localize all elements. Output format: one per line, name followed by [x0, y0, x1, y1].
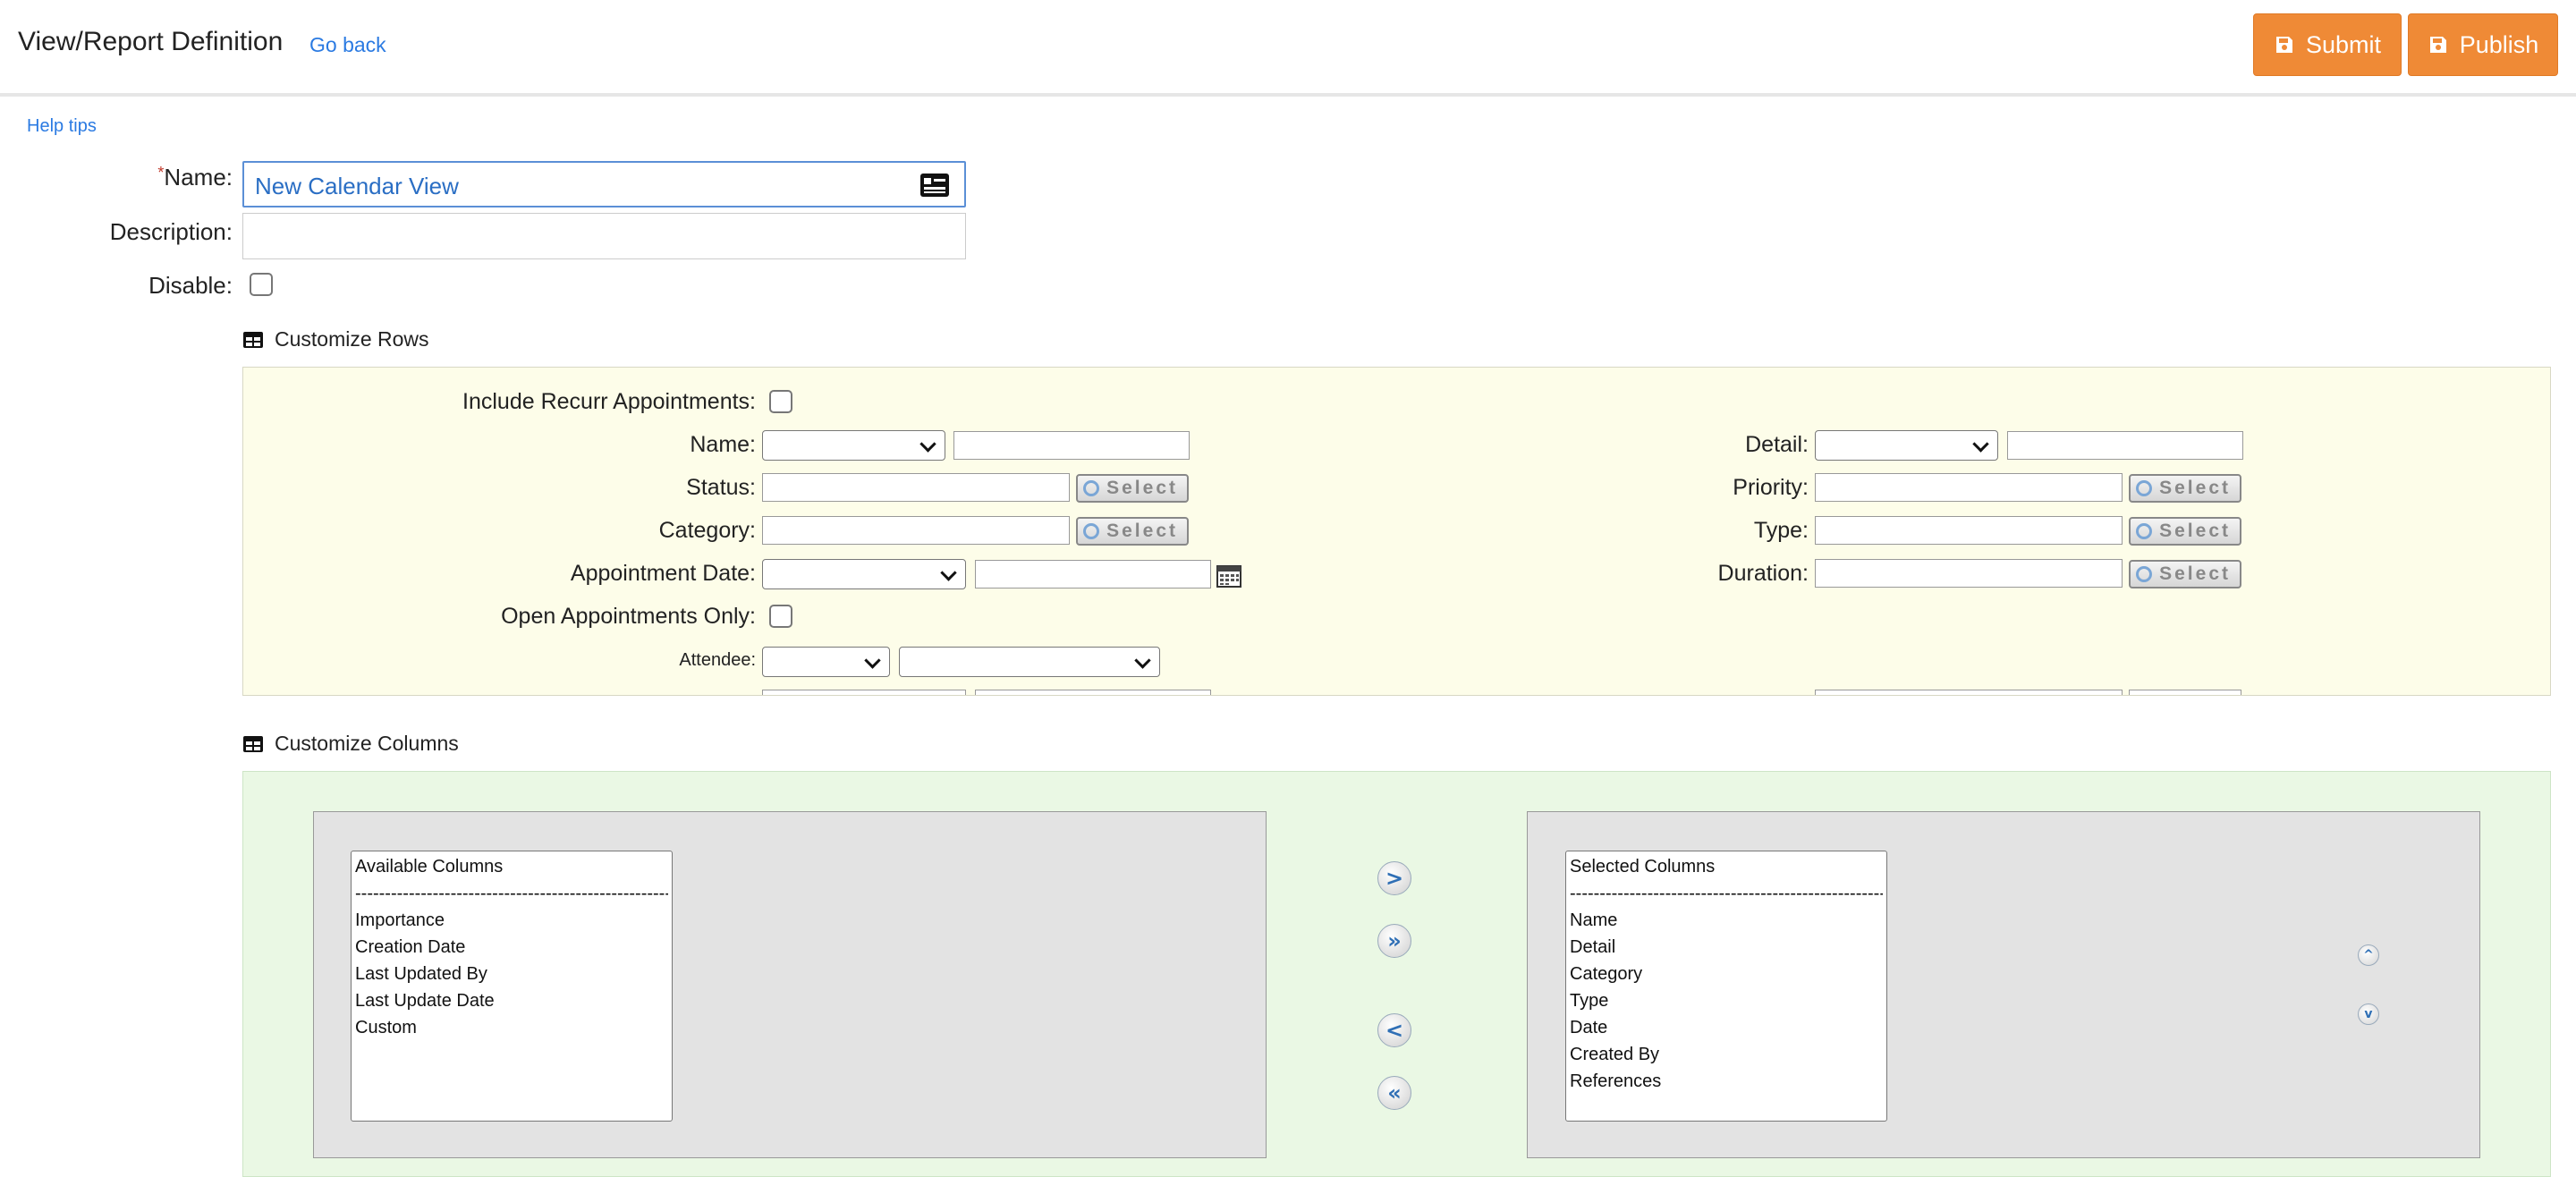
customize-columns-panel: Available Columns ----------------------…	[242, 771, 2551, 1177]
submit-label: Submit	[2305, 30, 2382, 58]
status-select-button[interactable]: Select	[1076, 474, 1189, 503]
detail-label: Detail:	[1745, 432, 1809, 457]
attendee-value-select[interactable]	[899, 647, 1160, 677]
priority-label: Priority:	[1733, 475, 1809, 500]
row-name-label: Name:	[690, 432, 756, 457]
include-recurr-label: Include Recurr Appointments:	[462, 389, 756, 414]
save-icon	[2275, 37, 2292, 53]
next-row-input[interactable]	[1815, 690, 2123, 695]
name-value-input[interactable]	[953, 431, 1190, 460]
page-title: View/Report Definition	[18, 27, 284, 56]
status-label: Status:	[686, 475, 756, 500]
description-label: Description:	[109, 218, 233, 245]
open-only-label: Open Appointments Only:	[501, 604, 756, 629]
open-only-checkbox[interactable]	[769, 605, 792, 628]
help-tips-link[interactable]: Help tips	[27, 116, 97, 137]
duration-input[interactable]	[1815, 559, 2123, 588]
available-columns-list[interactable]: Available Columns ----------------------…	[351, 851, 673, 1122]
go-back-link[interactable]: Go back	[309, 33, 386, 57]
table-icon	[243, 331, 263, 348]
publish-label: Publish	[2459, 30, 2539, 58]
calendar-icon[interactable]	[1216, 563, 1241, 588]
next-row-input[interactable]	[762, 690, 966, 695]
include-recurr-checkbox[interactable]	[769, 390, 792, 413]
customize-rows-panel: Include Recurr Appointments: Name: Statu…	[242, 367, 2551, 696]
list-item[interactable]: Type	[1570, 987, 1883, 1014]
move-up-button[interactable]: ^	[2358, 944, 2379, 966]
next-row-input[interactable]	[975, 690, 1211, 695]
move-right-button[interactable]: >	[1377, 861, 1411, 895]
status-input[interactable]	[762, 473, 1070, 502]
attendee-operator-select[interactable]	[762, 647, 890, 677]
customize-columns-header: Customize Columns	[242, 732, 459, 756]
list-item[interactable]: Date	[1570, 1014, 1883, 1041]
table-icon	[243, 735, 263, 752]
magnifier-icon	[2136, 566, 2152, 582]
move-all-left-button[interactable]: «	[1377, 1076, 1411, 1110]
name-label: *Name:	[157, 164, 233, 191]
move-down-button[interactable]: v	[2358, 1003, 2379, 1025]
list-item[interactable]: Created By	[1570, 1041, 1883, 1068]
priority-input[interactable]	[1815, 473, 2123, 502]
list-item[interactable]: Category	[1570, 961, 1883, 987]
customize-rows-header: Customize Rows	[242, 327, 429, 351]
selected-columns-box: Selected Columns -----------------------…	[1527, 811, 2480, 1158]
move-all-right-button[interactable]: »	[1377, 924, 1411, 958]
appointment-date-operator-select[interactable]	[762, 559, 966, 589]
name-value: New Calendar View	[255, 173, 459, 199]
list-item[interactable]: Custom	[355, 1014, 668, 1041]
appointment-date-input[interactable]	[975, 560, 1211, 588]
save-icon	[2429, 37, 2446, 53]
type-label: Type:	[1753, 518, 1809, 543]
list-item[interactable]: Name	[1570, 907, 1883, 934]
magnifier-icon	[1083, 480, 1099, 496]
publish-button[interactable]: Publish	[2408, 13, 2558, 76]
move-left-button[interactable]: <	[1377, 1013, 1411, 1047]
name-operator-select[interactable]	[762, 430, 945, 461]
next-row-input[interactable]	[2129, 690, 2241, 695]
list-item[interactable]: Detail	[1570, 934, 1883, 961]
submit-button[interactable]: Submit	[2253, 13, 2402, 76]
type-select-button[interactable]: Select	[2129, 517, 2241, 546]
top-bar: View/Report Definition Go back Submit Pu…	[0, 0, 2576, 97]
disable-label: Disable:	[148, 272, 233, 299]
customize-rows-title: Customize Rows	[275, 327, 429, 351]
magnifier-icon	[1083, 523, 1099, 539]
list-item[interactable]: Creation Date	[355, 934, 668, 961]
list-separator: ----------------------------------------…	[1570, 884, 1883, 903]
name-field[interactable]: New Calendar View	[242, 161, 966, 207]
duration-label: Duration:	[1717, 561, 1809, 586]
list-header: Available Columns	[355, 857, 504, 876]
customize-columns-title: Customize Columns	[275, 732, 459, 755]
priority-select-button[interactable]: Select	[2129, 474, 2241, 503]
detail-operator-select[interactable]	[1815, 430, 1998, 461]
list-item[interactable]: Importance	[355, 907, 668, 934]
disable-checkbox[interactable]	[250, 273, 273, 296]
list-item[interactable]: Last Update Date	[355, 987, 668, 1014]
type-input[interactable]	[1815, 516, 2123, 545]
category-select-button[interactable]: Select	[1076, 517, 1189, 546]
list-header: Selected Columns	[1570, 857, 1716, 876]
description-field[interactable]	[242, 213, 966, 259]
available-columns-box: Available Columns ----------------------…	[313, 811, 1267, 1158]
list-item[interactable]: Last Updated By	[355, 961, 668, 987]
magnifier-icon	[2136, 480, 2152, 496]
category-label: Category:	[658, 518, 756, 543]
list-separator: ----------------------------------------…	[355, 884, 668, 903]
appointment-date-label: Appointment Date:	[570, 561, 756, 586]
category-input[interactable]	[762, 516, 1070, 545]
detail-value-input[interactable]	[2007, 431, 2243, 460]
attendee-label: Attendee:	[679, 650, 756, 670]
magnifier-icon	[2136, 523, 2152, 539]
duration-select-button[interactable]: Select	[2129, 560, 2241, 588]
list-item[interactable]: References	[1570, 1068, 1883, 1095]
contact-card-icon[interactable]	[919, 173, 950, 198]
selected-columns-list[interactable]: Selected Columns -----------------------…	[1565, 851, 1887, 1122]
